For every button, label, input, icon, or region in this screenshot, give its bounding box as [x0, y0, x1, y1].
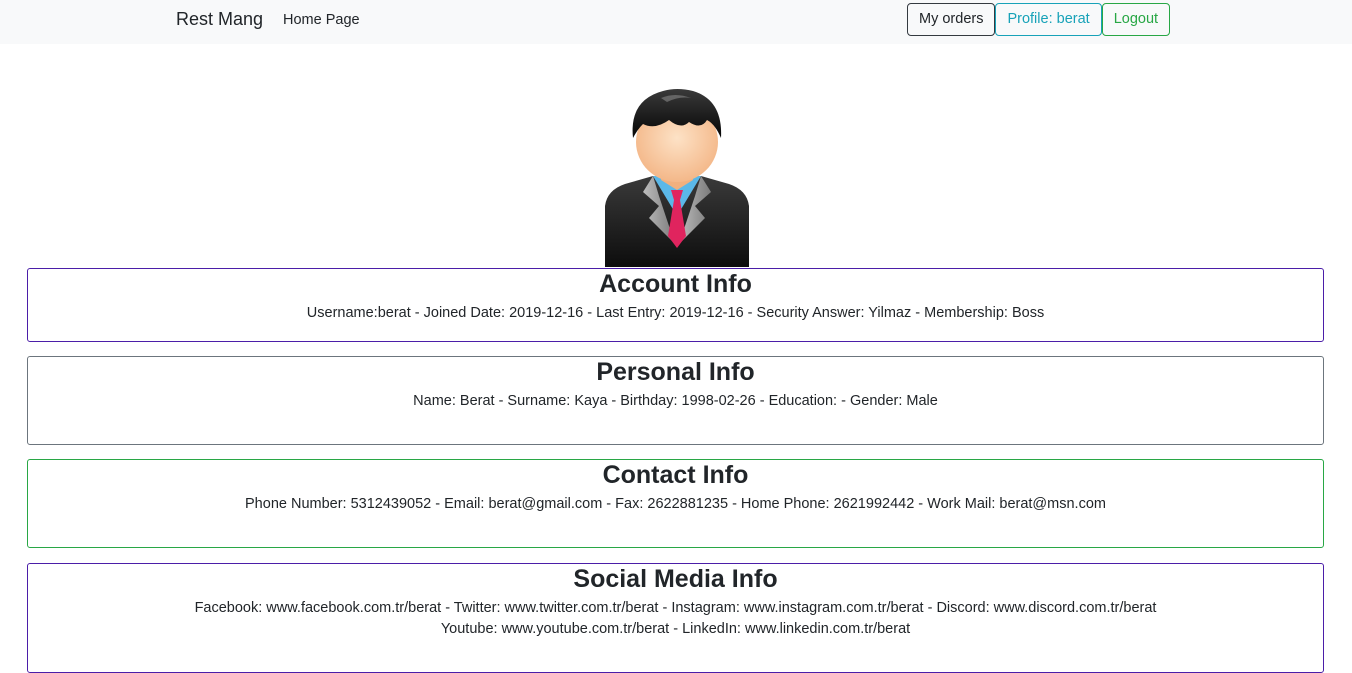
social-media-info-card: Social Media Info Facebook: www.facebook…: [27, 563, 1324, 673]
navbar-actions: My orders Profile: berat Logout: [907, 3, 1171, 36]
social-media-info-text-2: Youtube: www.youtube.com.tr/berat - Link…: [440, 621, 911, 637]
contact-info-title: Contact Info: [602, 461, 749, 489]
personal-info-card: Personal Info Name: Berat - Surname: Kay…: [27, 356, 1324, 445]
contact-info-text: Phone Number: 5312439052 - Email: berat@…: [245, 496, 1106, 512]
personal-info-title: Personal Info: [596, 358, 755, 386]
account-info-title: Account Info: [599, 270, 752, 298]
personal-info-text: Name: Berat - Surname: Kaya - Birthday: …: [413, 393, 938, 409]
social-media-info-text-1: Facebook: www.facebook.com.tr/berat - Tw…: [194, 600, 1157, 616]
logout-button[interactable]: Logout: [1101, 3, 1171, 36]
my-orders-button[interactable]: My orders: [907, 3, 996, 36]
brand-link[interactable]: Rest Mang: [176, 9, 263, 30]
social-media-info-title: Social Media Info: [573, 565, 778, 593]
user-avatar-icon: [605, 89, 749, 267]
profile-button[interactable]: Profile: berat: [995, 3, 1102, 36]
contact-info-card: Contact Info Phone Number: 5312439052 - …: [27, 459, 1324, 548]
home-page-link[interactable]: Home Page: [283, 12, 360, 28]
account-info-text: Username:berat - Joined Date: 2019-12-16…: [306, 305, 1045, 321]
account-info-card: Account Info Username:berat - Joined Dat…: [27, 268, 1324, 342]
navbar: Rest Mang Home Page My orders Profile: b…: [0, 0, 1352, 44]
